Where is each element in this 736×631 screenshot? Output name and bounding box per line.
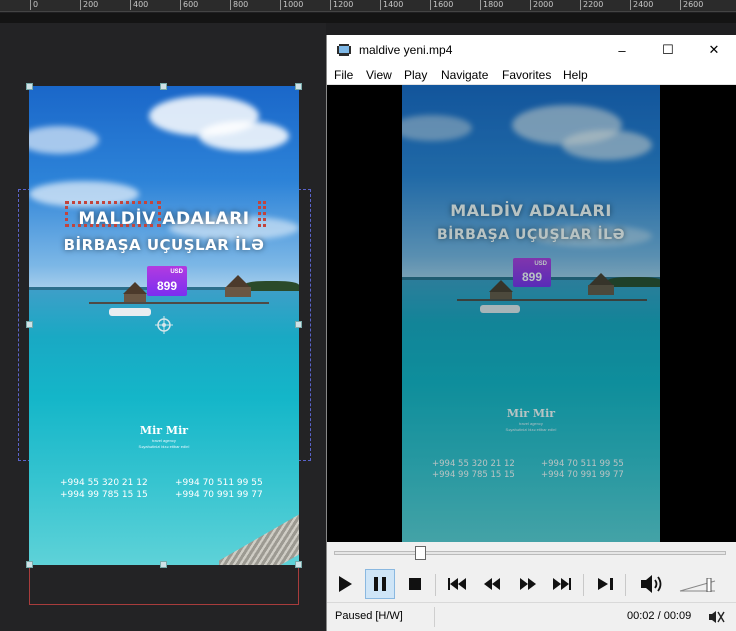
title-bar[interactable]: maldive yeni.mp4 – ☐ ✕ [327, 35, 736, 65]
skip-forward-icon [553, 578, 571, 590]
price-value: 899 [156, 279, 178, 293]
desktop: 0 200 400 600 800 1000 1200 1400 1600 18… [0, 0, 736, 631]
ruler-mark: 1600 [430, 0, 453, 10]
menu-view[interactable]: View [366, 68, 392, 82]
resize-handle[interactable] [160, 83, 167, 90]
menu-file[interactable]: File [334, 68, 353, 82]
skip-back-icon [448, 578, 466, 590]
previous-button[interactable] [442, 569, 472, 599]
video-subheadline: BİRBAŞA UÇUŞLAR İLƏ [63, 236, 265, 254]
phone-number: +994 99 785 15 15 [60, 489, 148, 500]
phones-left: +994 55 320 21 12 +994 99 785 15 15 [60, 478, 148, 501]
ruler-mark: 400 [130, 0, 148, 10]
playback-state: Paused [H/W] [335, 610, 403, 622]
ruler-mark: 0 [30, 0, 38, 10]
text-selection-marker[interactable] [258, 201, 266, 227]
anchor-point-icon[interactable] [155, 316, 173, 334]
ruler-mark: 200 [80, 0, 98, 10]
menu-favorites[interactable]: Favorites [502, 68, 551, 82]
playback-time: 00:02 / 00:09 [627, 610, 692, 622]
video-frame: MALDİV ADALARI BİRBAŞA UÇUŞLAR İLƏ USD 8… [402, 85, 660, 542]
resize-handle[interactable] [295, 83, 302, 90]
text-selection-marker[interactable] [65, 201, 161, 227]
ruler-mark: 1200 [330, 0, 353, 10]
window-title: maldive yeni.mp4 [359, 43, 453, 57]
fast-forward-button[interactable] [513, 569, 543, 599]
status-bar: Paused [H/W] 00:02 / 00:09 [327, 602, 736, 631]
fast-forward-icon [520, 578, 536, 590]
ruler-mark: 2200 [580, 0, 603, 10]
resize-handle[interactable] [26, 561, 33, 568]
ruler-mark: 1800 [480, 0, 503, 10]
resize-handle[interactable] [26, 83, 33, 90]
brand-tagline: Səyahətinizi bizə etibar edin! [138, 444, 190, 449]
rewind-icon [484, 578, 500, 590]
seek-thumb[interactable] [415, 546, 427, 560]
price-currency: USD [170, 269, 183, 275]
brand-logo: Mir Mir [139, 424, 189, 437]
brand-subtitle: travel agency [152, 438, 176, 443]
horizontal-ruler: 0 200 400 600 800 1000 1200 1400 1600 18… [0, 0, 736, 12]
ruler-mark: 800 [230, 0, 248, 10]
pause-icon [374, 577, 386, 591]
volume-slider[interactable] [679, 578, 719, 592]
minimize-button[interactable]: – [599, 35, 645, 65]
mute-button[interactable] [637, 569, 667, 599]
frame-step-button[interactable] [591, 569, 621, 599]
frame-step-icon [598, 578, 613, 590]
phone-number: +994 55 320 21 12 [60, 478, 148, 488]
phone-number: +994 70 511 99 55 [175, 478, 263, 488]
pause-button[interactable] [365, 569, 395, 599]
maximize-button[interactable]: ☐ [645, 35, 691, 65]
ruler-mark: 2400 [630, 0, 653, 10]
menu-help[interactable]: Help [563, 68, 588, 82]
ruler-mark: 600 [180, 0, 198, 10]
ruler-mark: 1000 [280, 0, 303, 10]
ruler-mark: 2600 [680, 0, 703, 10]
price-badge: USD 899 [147, 266, 187, 296]
toolbar-strip [0, 13, 736, 23]
play-button[interactable] [330, 569, 360, 599]
ruler-mark: 2000 [530, 0, 553, 10]
menu-play[interactable]: Play [404, 68, 427, 82]
rewind-button[interactable] [477, 569, 507, 599]
media-player-app-icon [337, 44, 351, 56]
stop-button[interactable] [400, 569, 430, 599]
close-button[interactable]: ✕ [691, 35, 736, 65]
menu-navigate[interactable]: Navigate [441, 68, 488, 82]
seek-bar[interactable] [334, 551, 726, 555]
phone-number: +994 70 991 99 77 [175, 489, 263, 500]
volume-icon [641, 575, 662, 593]
phones-right: +994 70 511 99 55 +994 70 991 99 77 [175, 478, 263, 501]
resize-handle[interactable] [295, 321, 302, 328]
minimize-icon: – [618, 42, 626, 58]
next-button[interactable] [547, 569, 577, 599]
playback-controls [327, 542, 736, 602]
resize-handle[interactable] [160, 561, 167, 568]
media-player-window: maldive yeni.mp4 – ☐ ✕ File View Play Na… [326, 35, 736, 631]
resize-handle[interactable] [295, 561, 302, 568]
menu-bar: File View Play Navigate Favorites Help [327, 65, 736, 85]
maximize-icon: ☐ [662, 42, 674, 57]
close-icon: ✕ [708, 42, 720, 57]
play-icon [339, 576, 352, 592]
video-viewport[interactable]: MALDİV ADALARI BİRBAŞA UÇUŞLAR İLƏ USD 8… [327, 85, 736, 542]
resize-handle[interactable] [26, 321, 33, 328]
audio-status-icon[interactable] [707, 610, 725, 624]
ruler-mark: 1400 [380, 0, 403, 10]
stop-icon [409, 578, 421, 590]
canvas-overflow-region [29, 565, 299, 605]
